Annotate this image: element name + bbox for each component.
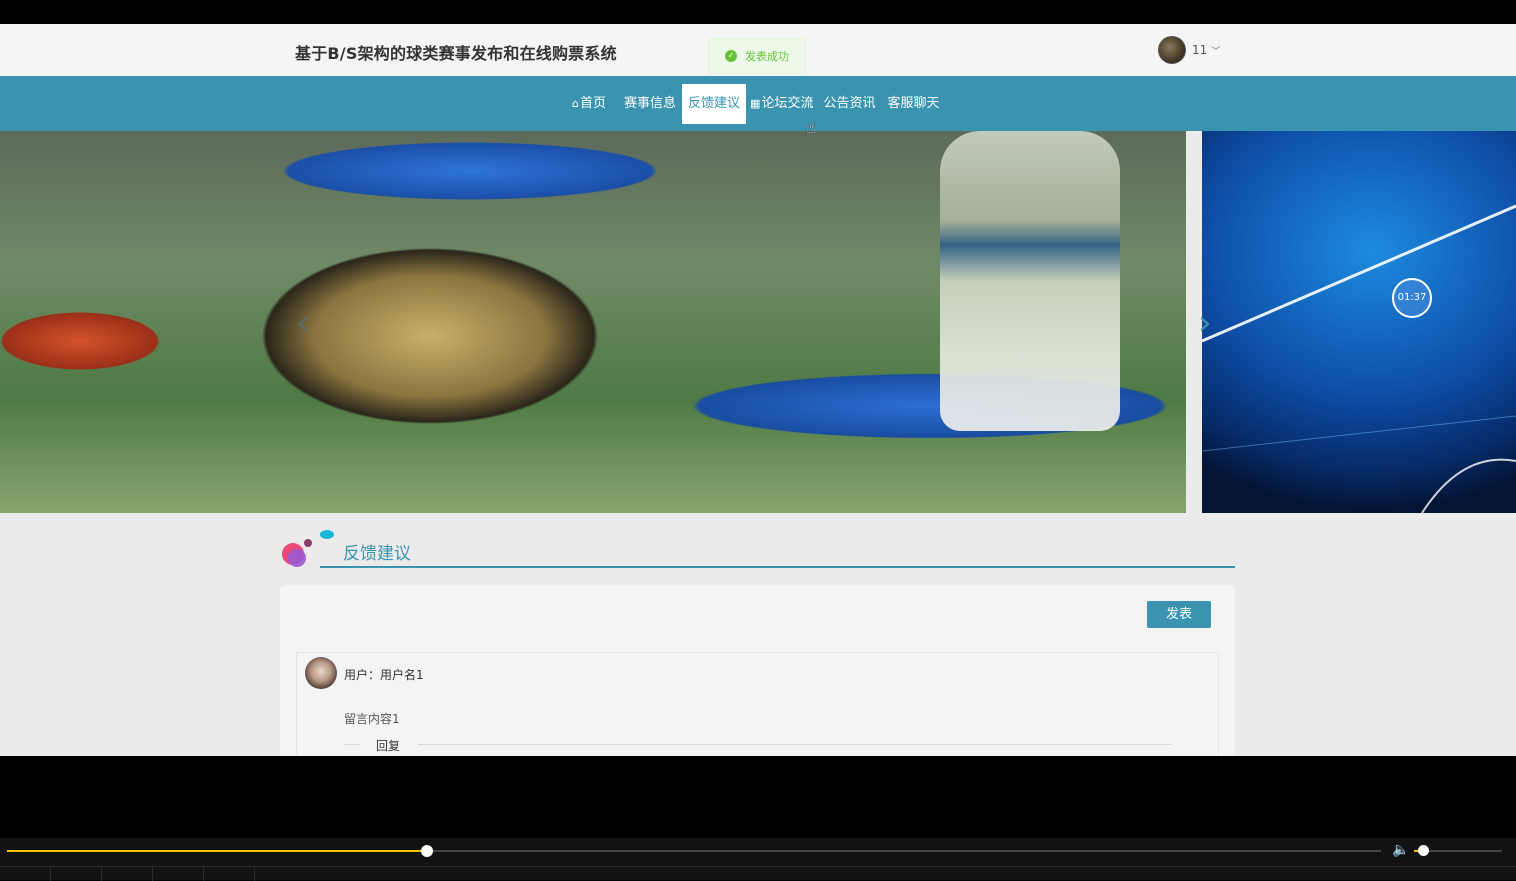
web-page: 基于B/S架构的球类赛事发布和在线购票系统 ✓ 发表成功 11 ﹀ ⌂ 首页 赛… (0, 24, 1516, 756)
success-toast: ✓ 发表成功 (708, 38, 806, 74)
banner-carousel[interactable]: ‹ › 01:37 (0, 131, 1516, 513)
message-content: 留言内容1 (344, 712, 400, 726)
banner-slide-next (1202, 131, 1516, 513)
screen-frame: 基于B/S架构的球类赛事发布和在线购票系统 ✓ 发表成功 11 ﹀ ⌂ 首页 赛… (0, 0, 1516, 881)
volume-icon[interactable]: 🔈 (1392, 842, 1409, 858)
toast-message: 发表成功 (745, 50, 789, 63)
nav-label: 客服聊天 (887, 96, 940, 111)
nav-label: 首页 (579, 96, 606, 111)
nav-item-events[interactable]: 赛事信息 (618, 84, 682, 124)
reply-label: 回复 (376, 739, 401, 753)
user-menu[interactable]: 11 ﹀ (1158, 36, 1220, 64)
volume-slider[interactable] (1414, 845, 1502, 856)
avatar (305, 657, 337, 689)
avatar[interactable] (1158, 36, 1186, 64)
grid-icon: ▦ (750, 97, 761, 110)
nav-item-news[interactable]: 公告资讯 (819, 84, 881, 124)
header: 基于B/S架构的球类赛事发布和在线购票系统 ✓ 发表成功 11 ﹀ (0, 24, 1516, 76)
progress-slider[interactable] (7, 845, 1381, 857)
user-name[interactable]: 11 (1192, 43, 1207, 57)
main-nav: ⌂ 首页 赛事信息 反馈建议 ▦ 论坛交流 公告资讯 客服聊天 (0, 76, 1516, 131)
reply-divider: 回复 (344, 737, 1172, 753)
nav-item-chat[interactable]: 客服聊天 (881, 84, 945, 124)
video-player-controls: 🔈 (0, 838, 1516, 881)
post-button[interactable]: 发表 (1147, 601, 1211, 628)
nav-item-home[interactable]: ⌂ 首页 (566, 84, 612, 124)
nav-label: 反馈建议 (688, 96, 741, 111)
nav-label: 公告资讯 (823, 96, 876, 111)
section-header: 反馈建议 (280, 529, 1235, 569)
player-bottom-bar (0, 866, 1516, 881)
nav-label: 赛事信息 (624, 96, 677, 111)
section-title: 反馈建议 (343, 544, 411, 564)
carousel-next-icon[interactable]: › (1198, 303, 1212, 343)
feedback-card: 发表 用户：用户名1 留言内容1 回复 (280, 585, 1235, 756)
chevron-down-icon[interactable]: ﹀ (1211, 44, 1220, 57)
mouse-cursor-icon: ☝ (806, 118, 816, 137)
nav-item-feedback[interactable]: 反馈建议 (682, 84, 747, 124)
video-timer: 01:37 (1392, 278, 1432, 318)
check-circle-icon: ✓ (725, 50, 737, 62)
progress-fill (7, 850, 428, 852)
home-icon: ⌂ (572, 97, 579, 110)
carousel-prev-icon[interactable]: ‹ (296, 303, 310, 343)
progress-handle[interactable] (421, 845, 434, 857)
message-user: 用户：用户名1 (344, 668, 424, 682)
banner-player-leg (940, 131, 1120, 431)
volume-handle[interactable] (1417, 845, 1429, 856)
list-item: 用户：用户名1 留言内容1 回复 (296, 652, 1219, 756)
light-streak-graphic (1202, 204, 1516, 513)
divider (320, 566, 1235, 568)
site-title: 基于B/S架构的球类赛事发布和在线购票系统 (295, 44, 617, 63)
